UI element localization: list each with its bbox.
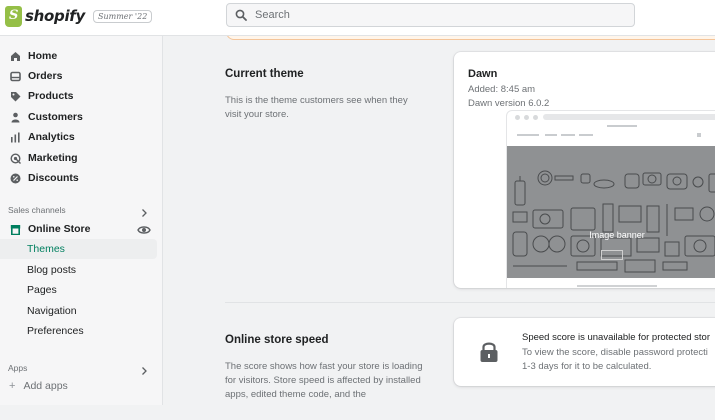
preview-header [507, 125, 715, 147]
logo-wordmark: shopify [25, 7, 85, 25]
sidebar-item-discounts[interactable]: Discounts [0, 168, 157, 188]
sales-channels-label: Sales channels [8, 205, 66, 215]
sidebar-item-analytics[interactable]: Analytics [0, 127, 157, 147]
sidebar-item-label: Discounts [28, 172, 79, 184]
current-theme-description: This is the theme customers see when the… [225, 95, 408, 120]
sidebar-item-label: Home [28, 50, 58, 62]
sidebar-item-label: Products [28, 90, 74, 102]
plus-icon: + [9, 380, 16, 392]
discount-icon [9, 172, 21, 184]
person-icon [9, 111, 21, 123]
store-speed-title: Online store speed [225, 334, 329, 346]
current-theme-card: Dawn Added: 8:45 am Dawn version 6.0.2 I… [454, 52, 715, 288]
chevron-right-icon[interactable] [139, 205, 149, 217]
add-apps-label: Add apps [23, 380, 68, 392]
current-theme-title: Current theme [225, 68, 304, 80]
speed-unavailable-line2: 1-3 days for it to be calculated. [522, 361, 652, 372]
chevron-right-icon[interactable] [139, 363, 149, 375]
store-speed-card: Speed score is unavailable for protected… [454, 318, 715, 386]
theme-version: Dawn version 6.0.2 [468, 98, 550, 109]
sidebar-sub-blog-posts[interactable]: Blog posts [0, 260, 157, 280]
add-apps-link[interactable]: + Add apps [9, 380, 68, 392]
sidebar-item-online-store[interactable]: Online Store [0, 219, 157, 239]
search-placeholder: Search [255, 9, 290, 21]
sidebar-sub-preferences[interactable]: Preferences [0, 321, 157, 341]
preview-banner-button [601, 250, 623, 260]
main-content: Current theme This is the theme customer… [163, 36, 715, 405]
preview-window-dots [515, 115, 538, 120]
target-icon [9, 152, 21, 164]
sidebar-sub-navigation[interactable]: Navigation [0, 301, 157, 321]
notice-banner [226, 36, 715, 40]
preview-address-bar [543, 114, 715, 120]
lock-icon [478, 340, 500, 364]
sidebar-item-label: Marketing [28, 152, 78, 164]
store-icon [9, 223, 21, 235]
speed-unavailable-title: Speed score is unavailable for protected… [522, 332, 710, 343]
sidebar-item-label: Orders [28, 70, 63, 82]
search-icon [233, 7, 249, 23]
top-bar: shopify Summer '22 Search [0, 0, 715, 36]
eye-icon[interactable] [137, 223, 151, 235]
apps-label: Apps [8, 363, 28, 373]
orders-icon [9, 70, 21, 82]
speed-unavailable-line1: To view the score, disable password prot… [522, 347, 708, 358]
edition-badge: Summer '22 [93, 9, 153, 23]
preview-footer-line [577, 285, 657, 287]
sidebar-item-label: Online Store [28, 223, 91, 235]
sidebar-item-customers[interactable]: Customers [0, 107, 157, 127]
sidebar-item-orders[interactable]: Orders [0, 66, 157, 86]
home-icon [9, 50, 21, 62]
sidebar-item-label: Analytics [28, 131, 75, 143]
sidebar-sub-pages[interactable]: Pages [0, 280, 157, 300]
sidebar-item-marketing[interactable]: Marketing [0, 148, 157, 168]
preview-image-banner: Image banner [507, 146, 715, 278]
sidebar-item-products[interactable]: Products [0, 86, 157, 106]
section-divider [225, 302, 715, 303]
sidebar-item-label: Customers [28, 111, 83, 123]
theme-name: Dawn [468, 68, 498, 80]
shopify-bag-icon [5, 5, 22, 27]
theme-added: Added: 8:45 am [468, 84, 536, 95]
sidebar: Home Orders Products Customers Analytics… [0, 36, 163, 405]
store-speed-description: The score shows how fast your store is l… [225, 361, 423, 400]
sidebar-sub-themes[interactable]: Themes [0, 239, 157, 259]
sidebar-item-home[interactable]: Home [0, 46, 157, 66]
bar-chart-icon [9, 131, 21, 143]
search-input[interactable]: Search [226, 3, 635, 27]
tag-icon [9, 90, 21, 102]
shopify-logo[interactable]: shopify Summer '22 [5, 5, 153, 27]
theme-preview[interactable]: Image banner [506, 110, 715, 288]
preview-banner-caption: Image banner [589, 230, 645, 240]
